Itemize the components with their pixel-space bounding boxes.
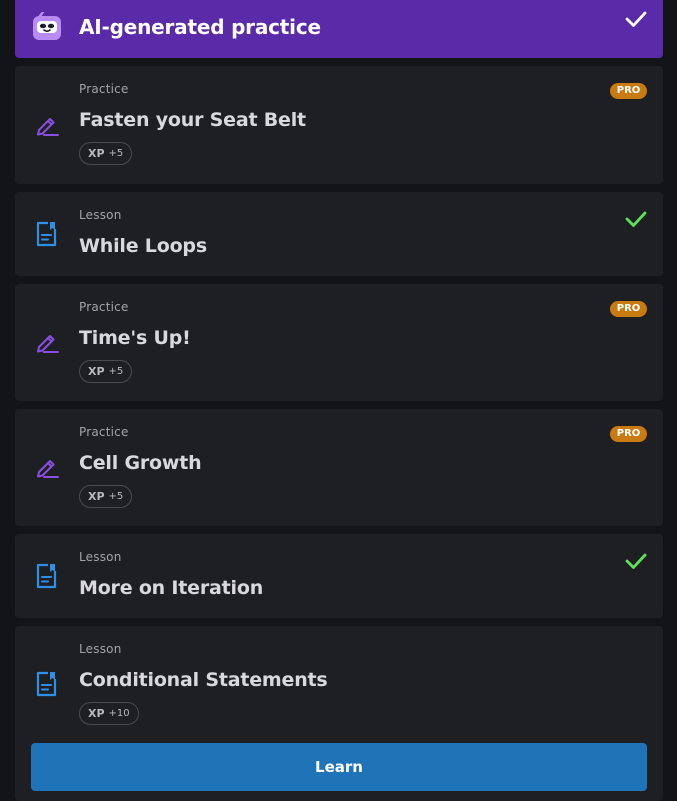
item-title: Time's Up! — [79, 327, 191, 349]
xp-label: XP — [88, 707, 105, 720]
item-kicker: Practice — [79, 82, 129, 96]
xp-chip: XP +5 — [79, 485, 133, 508]
xp-chip: XP +10 — [79, 702, 139, 725]
item-kicker: Lesson — [79, 642, 122, 656]
document-icon — [36, 671, 57, 697]
xp-value: +10 — [108, 708, 130, 719]
item-title: Cell Growth — [79, 452, 202, 474]
item-title: Fasten your Seat Belt — [79, 109, 306, 131]
pencil-edit-icon — [37, 335, 59, 353]
xp-label: XP — [88, 365, 105, 378]
item-kicker: Lesson — [79, 208, 122, 222]
xp-value: +5 — [108, 366, 124, 377]
pencil-edit-icon — [37, 118, 59, 136]
xp-value: +5 — [108, 491, 124, 502]
lesson-list: AI-generated practice Practice Fasten yo… — [0, 0, 677, 801]
pro-badge: PRO — [610, 301, 647, 317]
item-kicker: Lesson — [79, 550, 122, 564]
pro-badge: PRO — [610, 426, 647, 442]
ai-practice-banner[interactable]: AI-generated practice — [15, 0, 663, 58]
check-icon — [625, 11, 647, 27]
xp-label: XP — [88, 147, 105, 160]
item-title: Conditional Statements — [79, 669, 328, 691]
completed-check-icon — [625, 211, 647, 227]
item-title: More on Iteration — [79, 577, 264, 599]
completed-check-icon — [625, 553, 647, 569]
list-item-more-on-iteration[interactable]: Lesson More on Iteration — [15, 534, 663, 618]
robot-mascot-icon — [33, 12, 61, 40]
xp-chip: XP +5 — [79, 360, 133, 383]
list-item-cell-growth[interactable]: Practice Cell Growth PRO XP +5 — [15, 409, 663, 526]
document-icon — [36, 563, 57, 589]
xp-chip: XP +5 — [79, 142, 133, 165]
pro-badge: PRO — [610, 83, 647, 99]
list-item-fasten-your-seat-belt[interactable]: Practice Fasten your Seat Belt PRO XP +5 — [15, 66, 663, 184]
xp-value: +5 — [108, 148, 124, 159]
item-title: While Loops — [79, 235, 207, 257]
item-kicker: Practice — [79, 425, 129, 439]
xp-label: XP — [88, 490, 105, 503]
item-kicker: Practice — [79, 300, 129, 314]
document-icon — [36, 221, 57, 247]
list-item-while-loops[interactable]: Lesson While Loops — [15, 192, 663, 276]
banner-title: AI-generated practice — [79, 15, 321, 39]
pencil-edit-icon — [37, 460, 59, 478]
learn-button[interactable]: Learn — [31, 743, 647, 791]
list-item-times-up[interactable]: Practice Time's Up! PRO XP +5 — [15, 284, 663, 401]
